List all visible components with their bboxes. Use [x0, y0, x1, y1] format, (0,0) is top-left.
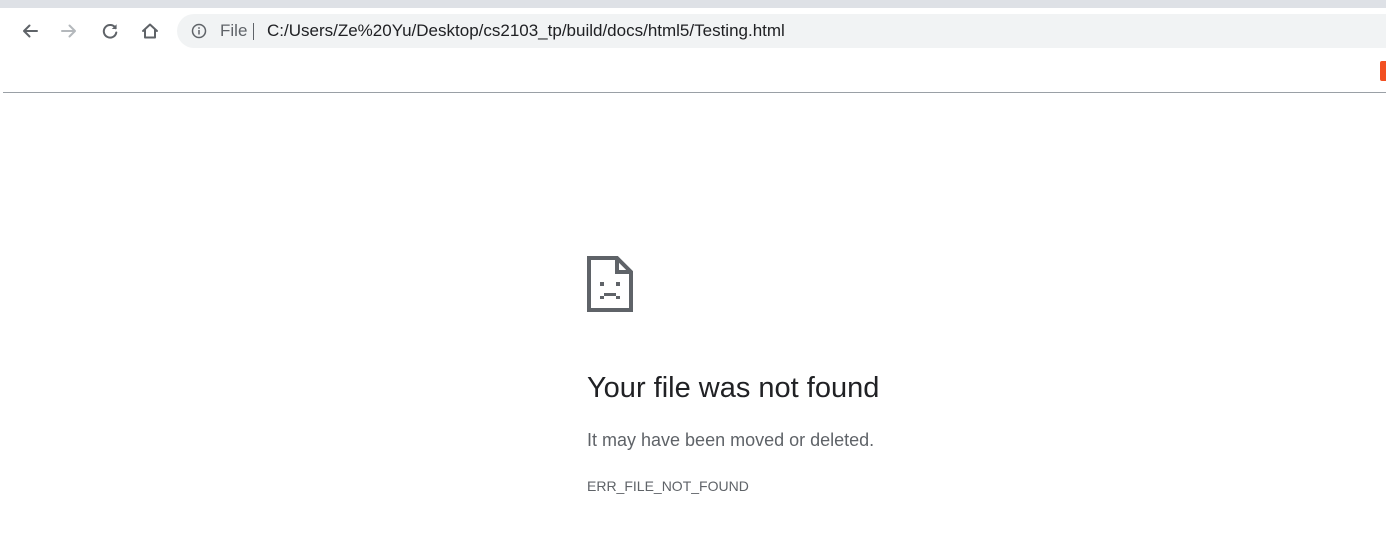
sad-file-icon	[587, 256, 633, 312]
reload-button[interactable]	[96, 17, 124, 45]
home-button[interactable]	[136, 17, 164, 45]
address-bar[interactable]: File C:/Users/Ze%20Yu/Desktop/cs2103_tp/…	[177, 14, 1386, 48]
scheme-label[interactable]: File	[220, 22, 247, 40]
error-message: It may have been moved or deleted.	[587, 430, 875, 450]
forward-button[interactable]	[55, 17, 83, 45]
error-title: Your file was not found	[587, 372, 880, 404]
browser-toolbar: File C:/Users/Ze%20Yu/Desktop/cs2103_tp/…	[0, 8, 1386, 54]
scheme-separator	[253, 23, 254, 40]
tab-strip	[0, 0, 1386, 8]
error-code: ERR_FILE_NOT_FOUND	[587, 478, 749, 494]
info-circle-icon[interactable]	[191, 23, 207, 39]
arrow-right-icon	[61, 24, 76, 38]
bookmarks-bar	[0, 54, 1386, 92]
reload-icon	[102, 24, 118, 39]
bookmark-favicon-icon[interactable]	[1380, 61, 1386, 81]
url-text[interactable]: C:/Users/Ze%20Yu/Desktop/cs2103_tp/build…	[267, 22, 785, 40]
arrow-left-icon	[23, 24, 38, 38]
toolbar-divider	[3, 92, 1386, 93]
home-icon	[142, 23, 158, 39]
back-button[interactable]	[16, 17, 44, 45]
